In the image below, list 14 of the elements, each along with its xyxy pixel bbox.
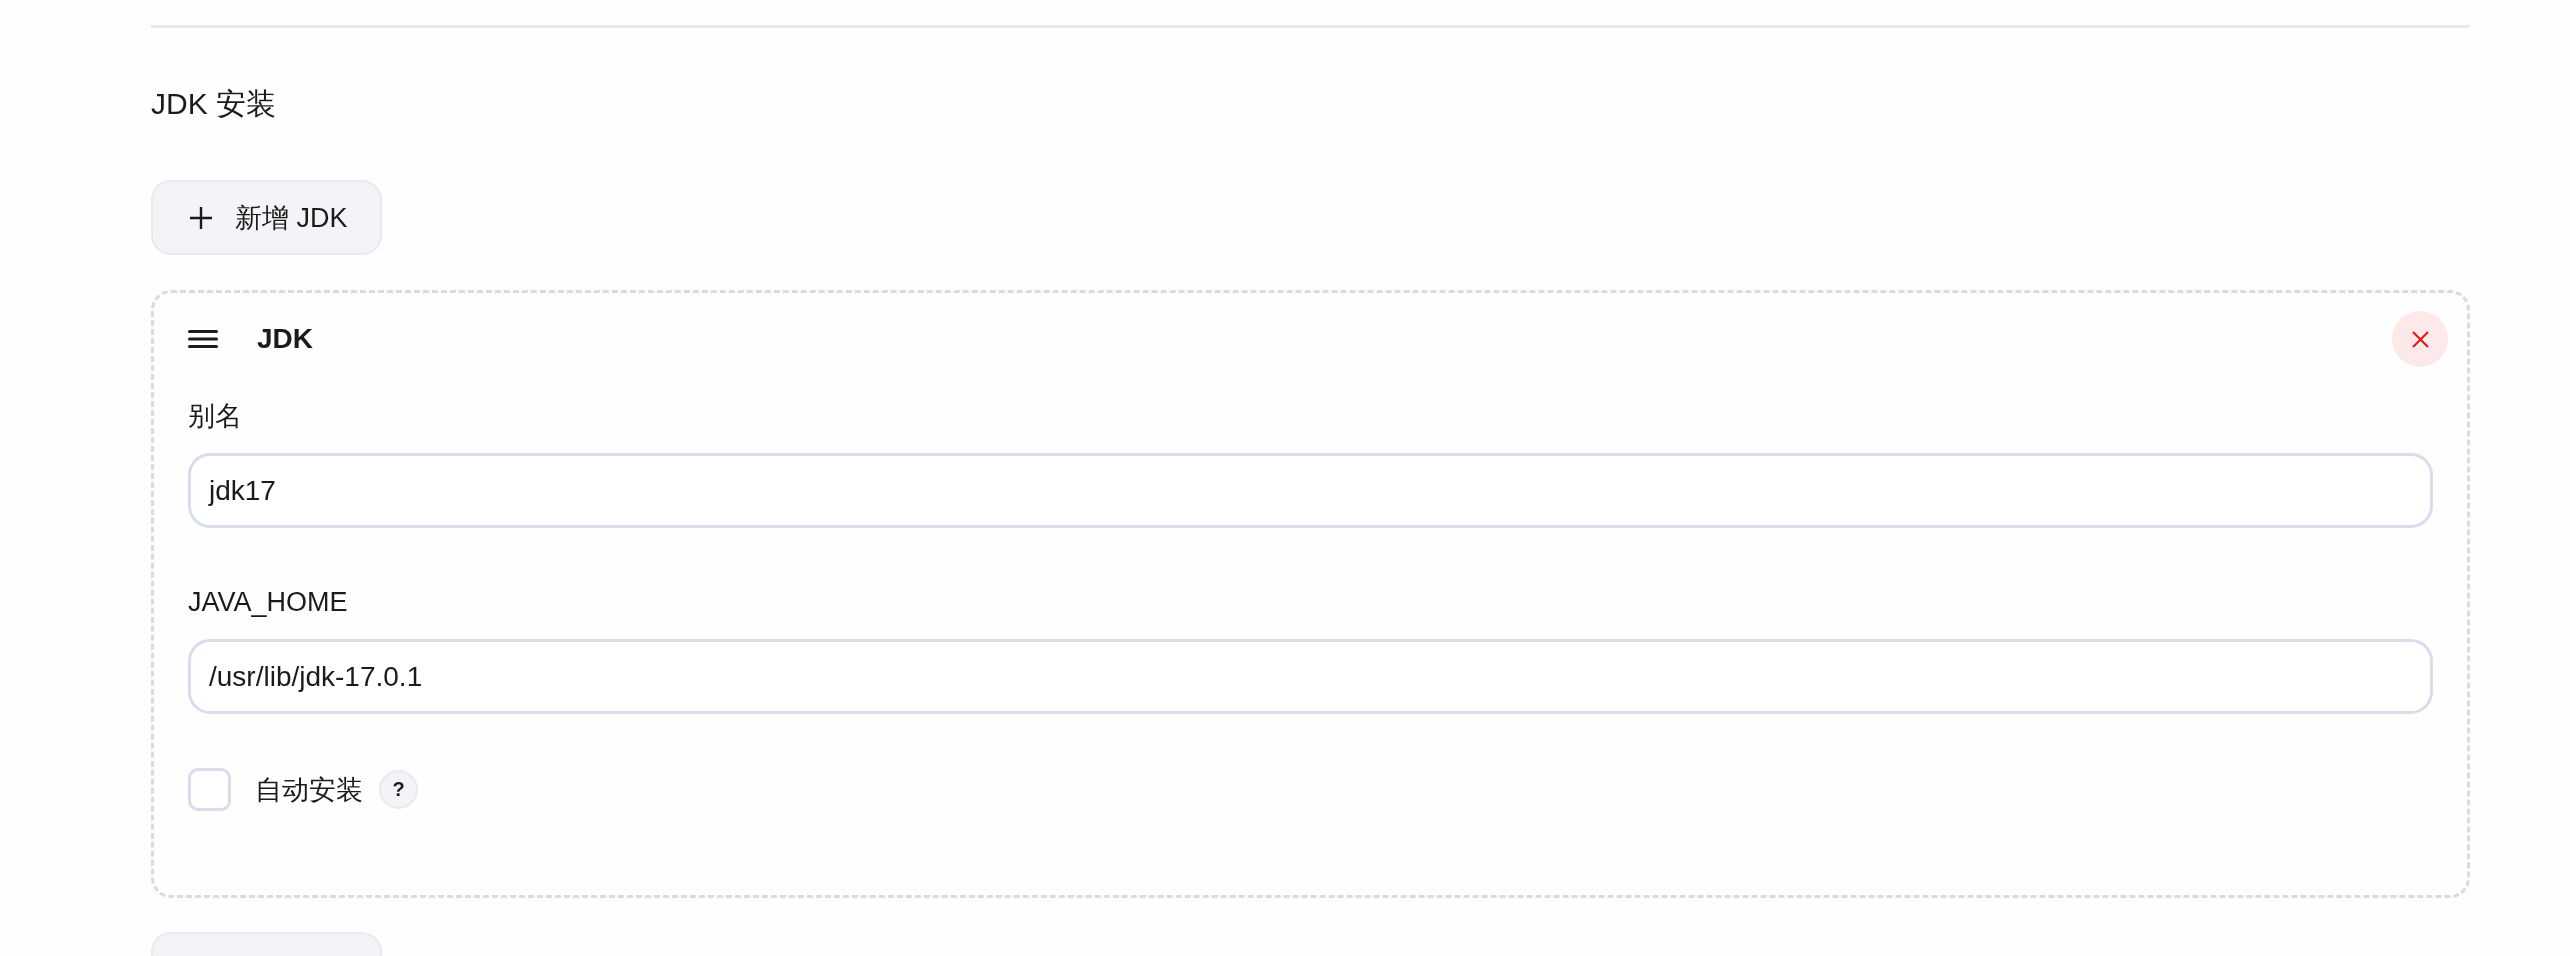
field-label: 别名 (188, 400, 242, 433)
field-label: JAVA_HOME (188, 586, 348, 619)
close-button[interactable] (2392, 311, 2448, 367)
text-field[interactable]: jdk17 (188, 453, 2433, 528)
text-field[interactable]: /usr/lib/jdk-17.0.1 (188, 639, 2433, 714)
plus-icon (190, 206, 212, 229)
add-button[interactable]: 新增 JDK (151, 180, 382, 255)
section-title: JDK 安装 (151, 86, 276, 122)
checkbox-label: 自动安装 (255, 773, 363, 807)
help-button[interactable]: ? (379, 770, 418, 809)
checkbox[interactable] (188, 768, 231, 811)
close-icon (2411, 330, 2429, 348)
card-title: JDK (257, 322, 313, 356)
menu-icon[interactable] (188, 330, 218, 348)
